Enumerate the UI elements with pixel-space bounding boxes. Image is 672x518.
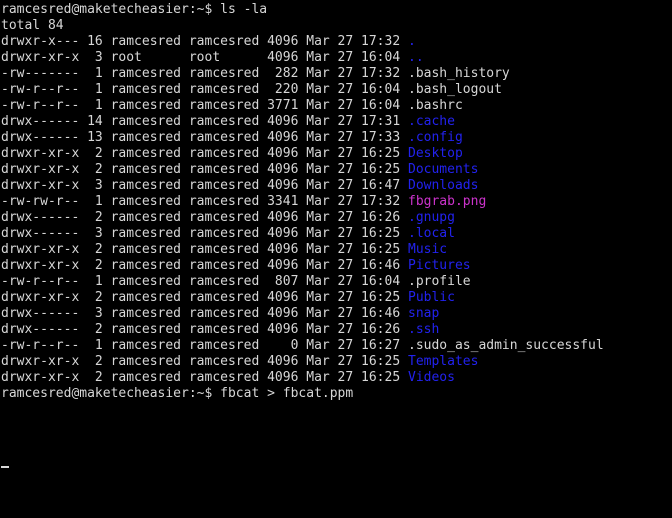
listing-row-name[interactable]: .gnupg <box>408 210 455 225</box>
listing-row-name[interactable]: Desktop <box>408 146 463 161</box>
terminal-cursor <box>1 466 9 468</box>
listing-row-metadata: drwxr-x--- 16 ramcesred ramcesred 4096 M… <box>1 34 408 49</box>
prompt-line-1: ramcesred@maketecheasier:~$ ls -la <box>1 2 672 18</box>
listing-row-metadata: drwxr-xr-x 2 ramcesred ramcesred 4096 Ma… <box>1 258 408 273</box>
listing-row-name[interactable]: .config <box>408 130 463 145</box>
listing-row-metadata: -rw------- 1 ramcesred ramcesred 282 Mar… <box>1 66 408 81</box>
listing-row: drwxr-xr-x 2 ramcesred ramcesred 4096 Ma… <box>1 370 672 386</box>
listing-row: -rw------- 1 ramcesred ramcesred 282 Mar… <box>1 66 672 82</box>
listing-row-metadata: drwxr-xr-x 2 ramcesred ramcesred 4096 Ma… <box>1 370 408 385</box>
listing-row: -rw-r--r-- 1 ramcesred ramcesred 3771 Ma… <box>1 98 672 114</box>
listing-row-name[interactable]: .cache <box>408 114 455 129</box>
listing-row-metadata: drwxr-xr-x 3 ramcesred ramcesred 4096 Ma… <box>1 178 408 193</box>
listing-row-metadata: -rw-r--r-- 1 ramcesred ramcesred 0 Mar 2… <box>1 338 408 353</box>
command-text-ls[interactable]: ls -la <box>220 2 267 17</box>
listing-row-name[interactable]: .bash_history <box>408 66 510 81</box>
listing-row-metadata: drwxr-xr-x 2 ramcesred ramcesred 4096 Ma… <box>1 146 408 161</box>
listing-row-metadata: -rw-r--r-- 1 ramcesred ramcesred 807 Mar… <box>1 274 408 289</box>
total-line: total 84 <box>1 18 672 34</box>
listing-row-metadata: drwx------ 2 ramcesred ramcesred 4096 Ma… <box>1 322 408 337</box>
listing-row-metadata: drwx------ 3 ramcesred ramcesred 4096 Ma… <box>1 226 408 241</box>
listing-row-metadata: -rw-rw-r-- 1 ramcesred ramcesred 3341 Ma… <box>1 194 408 209</box>
listing-row: drwxr-xr-x 2 ramcesred ramcesred 4096 Ma… <box>1 242 672 258</box>
listing-row: drwxr-xr-x 2 ramcesred ramcesred 4096 Ma… <box>1 354 672 370</box>
listing-row-metadata: drwxr-xr-x 2 ramcesred ramcesred 4096 Ma… <box>1 290 408 305</box>
listing-row-metadata: drwxr-xr-x 2 ramcesred ramcesred 4096 Ma… <box>1 354 408 369</box>
listing-row: drwx------ 3 ramcesred ramcesred 4096 Ma… <box>1 306 672 322</box>
listing-row: -rw-r--r-- 1 ramcesred ramcesred 220 Mar… <box>1 82 672 98</box>
listing-row: -rw-r--r-- 1 ramcesred ramcesred 0 Mar 2… <box>1 338 672 354</box>
listing-row-name[interactable]: .bashrc <box>408 98 463 113</box>
listing-row-name[interactable]: Music <box>408 242 447 257</box>
shell-prompt: ramcesred@maketecheasier:~$ <box>1 386 221 401</box>
listing-row-name[interactable]: .sudo_as_admin_successful <box>408 338 604 353</box>
terminal-screen[interactable]: ramcesred@maketecheasier:~$ ls -la total … <box>1 2 672 402</box>
listing-row-name[interactable]: . <box>408 34 416 49</box>
listing-row-name[interactable]: .ssh <box>408 322 439 337</box>
listing-row-name[interactable]: Videos <box>408 370 455 385</box>
listing-row-name[interactable]: .. <box>408 50 424 65</box>
listing-row-metadata: drwx------ 13 ramcesred ramcesred 4096 M… <box>1 130 408 145</box>
listing-row-metadata: drwx------ 14 ramcesred ramcesred 4096 M… <box>1 114 408 129</box>
listing-row: drwx------ 2 ramcesred ramcesred 4096 Ma… <box>1 322 672 338</box>
listing-row-name[interactable]: snap <box>408 306 439 321</box>
listing-row-name[interactable]: Templates <box>408 354 478 369</box>
listing-row: drwx------ 14 ramcesred ramcesred 4096 M… <box>1 114 672 130</box>
listing-row-name[interactable]: fbgrab.png <box>408 194 486 209</box>
listing-row: drwxr-xr-x 2 ramcesred ramcesred 4096 Ma… <box>1 258 672 274</box>
listing-row-name[interactable]: .profile <box>408 274 471 289</box>
listing-row-metadata: drwx------ 3 ramcesred ramcesred 4096 Ma… <box>1 306 408 321</box>
listing-row-metadata: drwxr-xr-x 2 ramcesred ramcesred 4096 Ma… <box>1 242 408 257</box>
listing-row-name[interactable]: .bash_logout <box>408 82 502 97</box>
shell-prompt: ramcesred@maketecheasier:~$ <box>1 2 221 17</box>
listing-row-metadata: drwxr-xr-x 2 ramcesred ramcesred 4096 Ma… <box>1 162 408 177</box>
listing-row: drwx------ 3 ramcesred ramcesred 4096 Ma… <box>1 226 672 242</box>
listing-row-metadata: drwxr-xr-x 3 root root 4096 Mar 27 16:04 <box>1 50 408 65</box>
listing-row-metadata: drwx------ 2 ramcesred ramcesred 4096 Ma… <box>1 210 408 225</box>
listing-row: -rw-rw-r-- 1 ramcesred ramcesred 3341 Ma… <box>1 194 672 210</box>
listing-row: drwx------ 13 ramcesred ramcesred 4096 M… <box>1 130 672 146</box>
listing-row-name[interactable]: Documents <box>408 162 478 177</box>
listing-row-metadata: -rw-r--r-- 1 ramcesred ramcesred 3771 Ma… <box>1 98 408 113</box>
prompt-line-2: ramcesred@maketecheasier:~$ fbcat > fbca… <box>1 386 672 402</box>
listing-row-name[interactable]: Pictures <box>408 258 471 273</box>
listing-row: drwx------ 2 ramcesred ramcesred 4096 Ma… <box>1 210 672 226</box>
listing-row-name[interactable]: Public <box>408 290 455 305</box>
command-text-fbcat[interactable]: fbcat > fbcat.ppm <box>220 386 353 401</box>
listing-row: drwxr-xr-x 3 root root 4096 Mar 27 16:04… <box>1 50 672 66</box>
terminal-window[interactable]: ramcesred@maketecheasier:~$ ls -la total … <box>0 0 672 518</box>
total-label: total 84 <box>1 18 64 33</box>
listing-row-name[interactable]: Downloads <box>408 178 478 193</box>
listing-row: drwxr-x--- 16 ramcesred ramcesred 4096 M… <box>1 34 672 50</box>
listing-row: drwxr-xr-x 2 ramcesred ramcesred 4096 Ma… <box>1 162 672 178</box>
listing-row: -rw-r--r-- 1 ramcesred ramcesred 807 Mar… <box>1 274 672 290</box>
listing-row-name[interactable]: .local <box>408 226 455 241</box>
listing-row: drwxr-xr-x 2 ramcesred ramcesred 4096 Ma… <box>1 290 672 306</box>
listing-row: drwxr-xr-x 3 ramcesred ramcesred 4096 Ma… <box>1 178 672 194</box>
listing-row-metadata: -rw-r--r-- 1 ramcesred ramcesred 220 Mar… <box>1 82 408 97</box>
listing-row: drwxr-xr-x 2 ramcesred ramcesred 4096 Ma… <box>1 146 672 162</box>
